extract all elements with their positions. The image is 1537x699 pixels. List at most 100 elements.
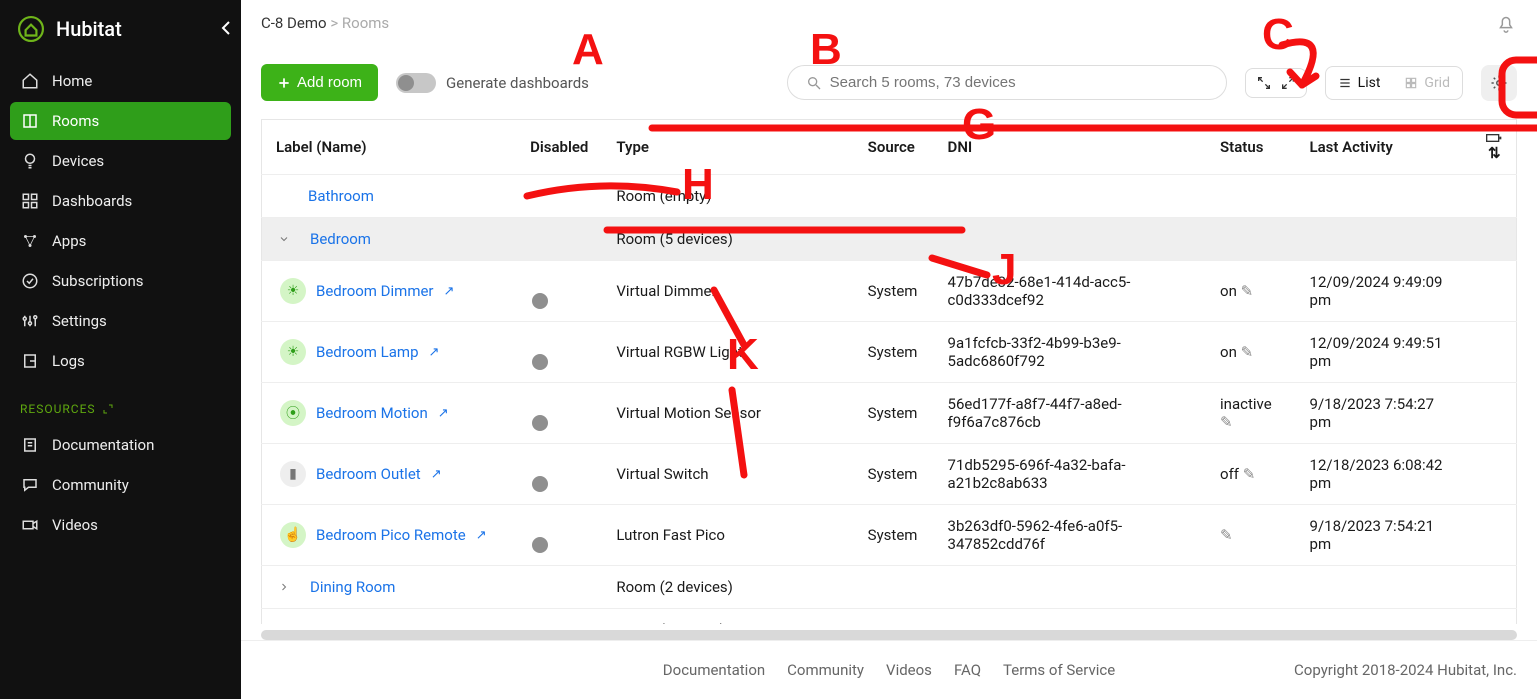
room-link[interactable]: Living Room <box>310 621 393 624</box>
grid-view-icon <box>1404 76 1418 90</box>
footer-link[interactable]: Terms of Service <box>1003 661 1115 679</box>
col-label[interactable]: Label (Name) <box>262 120 517 175</box>
sidebar-item-community[interactable]: Community <box>10 466 231 504</box>
device-link[interactable]: Bedroom Dimmer <box>316 282 434 300</box>
room-link[interactable]: Dining Room <box>310 578 395 596</box>
view-list-button[interactable]: List <box>1326 67 1393 99</box>
sidebar-item-apps[interactable]: Apps <box>10 222 231 260</box>
resources-header: RESOURCES <box>0 384 241 422</box>
breadcrumb-page: Rooms <box>342 14 389 32</box>
device-link[interactable]: Bedroom Motion <box>316 404 428 422</box>
edit-icon[interactable]: ✎ <box>1241 282 1254 300</box>
table-row[interactable]: Dining Room Room (2 devices) <box>262 566 1517 609</box>
last-cell: 12/09/2024 9:49:09 pm <box>1296 261 1472 322</box>
external-link-icon[interactable]: ↗ <box>429 345 440 360</box>
sidebar-item-settings[interactable]: Settings <box>10 302 231 340</box>
sidebar-item-dashboards[interactable]: Dashboards <box>10 182 231 220</box>
type-cell: Room (1 device) <box>602 609 853 625</box>
table-row[interactable]: Living Room Room (1 device) <box>262 609 1517 625</box>
sidebar-item-rooms[interactable]: Rooms <box>10 102 231 140</box>
settings-gear-button[interactable] <box>1481 65 1517 101</box>
type-cell: Virtual Dimmer <box>602 261 853 322</box>
table-row[interactable]: ☀ Bedroom Dimmer ↗ Virtual Dimmer System… <box>262 261 1517 322</box>
table-row[interactable]: ⦿ Bedroom Motion ↗ Virtual Motion Sensor… <box>262 383 1517 444</box>
view-grid-button[interactable]: Grid <box>1392 67 1462 99</box>
sidebar-item-videos[interactable]: Videos <box>10 506 231 544</box>
sidebar-item-logs[interactable]: Logs <box>10 342 231 380</box>
table-row[interactable]: Bedroom Room (5 devices) <box>262 218 1517 261</box>
col-last[interactable]: Last Activity <box>1296 120 1472 175</box>
footer-link[interactable]: Community <box>787 661 864 679</box>
brand: Hubitat <box>0 0 241 58</box>
external-link-icon[interactable]: ↗ <box>431 467 442 482</box>
dni-cell: 9a1fcfcb-33f2-4b99-b3e9-5adc6860f792 <box>934 322 1206 383</box>
type-cell: Lutron Fast Pico <box>602 505 853 566</box>
edit-icon[interactable]: ✎ <box>1220 526 1233 544</box>
table-row[interactable]: ☝ Bedroom Pico Remote ↗ Lutron Fast Pico… <box>262 505 1517 566</box>
device-link[interactable]: Bedroom Lamp <box>316 343 419 361</box>
toolbar: Add room Generate dashboards List Grid <box>241 38 1537 119</box>
sidebar-item-home[interactable]: Home <box>10 62 231 100</box>
room-link[interactable]: Bathroom <box>308 187 374 205</box>
edit-icon[interactable]: ✎ <box>1220 413 1233 431</box>
type-cell: Room (empty) <box>602 175 853 218</box>
footer-link[interactable]: FAQ <box>954 661 981 679</box>
breadcrumb-root[interactable]: C-8 Demo <box>261 14 327 32</box>
dni-cell: 71db5295-696f-4a32-bafa-a21b2c8ab633 <box>934 444 1206 505</box>
external-link-icon[interactable]: ↗ <box>444 284 455 299</box>
search-box[interactable] <box>787 65 1227 100</box>
sidebar-item-devices[interactable]: Devices <box>10 142 231 180</box>
col-source[interactable]: Source <box>854 120 934 175</box>
sidebar-item-label: Home <box>52 72 92 90</box>
external-link-icon[interactable]: ↗ <box>476 528 487 543</box>
type-cell: Room (5 devices) <box>602 218 853 261</box>
collapse-all-icon[interactable] <box>1256 75 1272 91</box>
room-link[interactable]: Bedroom <box>310 230 371 248</box>
device-link[interactable]: Bedroom Outlet <box>316 465 421 483</box>
rooms-icon <box>20 112 40 130</box>
sidebar: Hubitat Home Rooms Devices Dashboards Ap… <box>0 0 241 699</box>
table-row[interactable]: ☀ Bedroom Lamp ↗ Virtual RGBW Light Syst… <box>262 322 1517 383</box>
horizontal-scrollbar[interactable] <box>261 630 1517 640</box>
table-row[interactable]: ▮ Bedroom Outlet ↗ Virtual Switch System… <box>262 444 1517 505</box>
sidebar-item-label: Videos <box>52 516 98 534</box>
bell-icon[interactable] <box>1495 12 1517 34</box>
expand-collapse-group <box>1245 68 1307 98</box>
logs-icon <box>20 352 40 370</box>
col-status[interactable]: Status <box>1206 120 1295 175</box>
add-room-button[interactable]: Add room <box>261 64 378 101</box>
expand-all-icon[interactable] <box>1280 75 1296 91</box>
last-cell: 9/18/2023 7:54:27 pm <box>1296 383 1472 444</box>
edit-icon[interactable]: ✎ <box>1241 343 1254 361</box>
footer-link[interactable]: Documentation <box>663 661 765 679</box>
device-link[interactable]: Bedroom Pico Remote <box>316 526 466 544</box>
search-input[interactable] <box>830 74 1208 91</box>
brand-name: Hubitat <box>56 17 122 41</box>
type-cell: Virtual RGBW Light <box>602 322 853 383</box>
footer-link[interactable]: Videos <box>886 661 932 679</box>
sidebar-item-documentation[interactable]: Documentation <box>10 426 231 464</box>
collapse-in-icon[interactable] <box>102 403 114 415</box>
sidebar-collapse-icon[interactable] <box>220 20 232 36</box>
rooms-table: Label (Name) Disabled Type Source DNI St… <box>261 119 1517 624</box>
col-dni[interactable]: DNI <box>934 120 1206 175</box>
grid-icon <box>20 192 40 210</box>
sidebar-item-label: Dashboards <box>52 192 132 210</box>
chevron-right-icon[interactable] <box>276 581 292 593</box>
table-row[interactable]: Bathroom Room (empty) <box>262 175 1517 218</box>
sidebar-item-subscriptions[interactable]: Subscriptions <box>10 262 231 300</box>
generate-dashboards-toggle[interactable] <box>396 73 436 93</box>
chevron-down-icon[interactable] <box>276 233 292 245</box>
external-link-icon[interactable]: ↗ <box>438 406 449 421</box>
sidebar-item-label: Documentation <box>52 436 154 454</box>
breadcrumb: C-8 Demo > Rooms <box>261 14 389 32</box>
last-cell: 12/09/2024 9:49:51 pm <box>1296 322 1472 383</box>
edit-icon[interactable]: ✎ <box>1243 465 1256 483</box>
sidebar-item-label: Rooms <box>52 112 99 130</box>
col-type[interactable]: Type <box>602 120 853 175</box>
col-extra[interactable]: ⇅ <box>1472 120 1517 175</box>
col-disabled[interactable]: Disabled <box>516 120 602 175</box>
sidebar-item-label: Community <box>52 476 129 494</box>
source-cell: System <box>854 261 934 322</box>
status-text: on <box>1220 343 1237 361</box>
